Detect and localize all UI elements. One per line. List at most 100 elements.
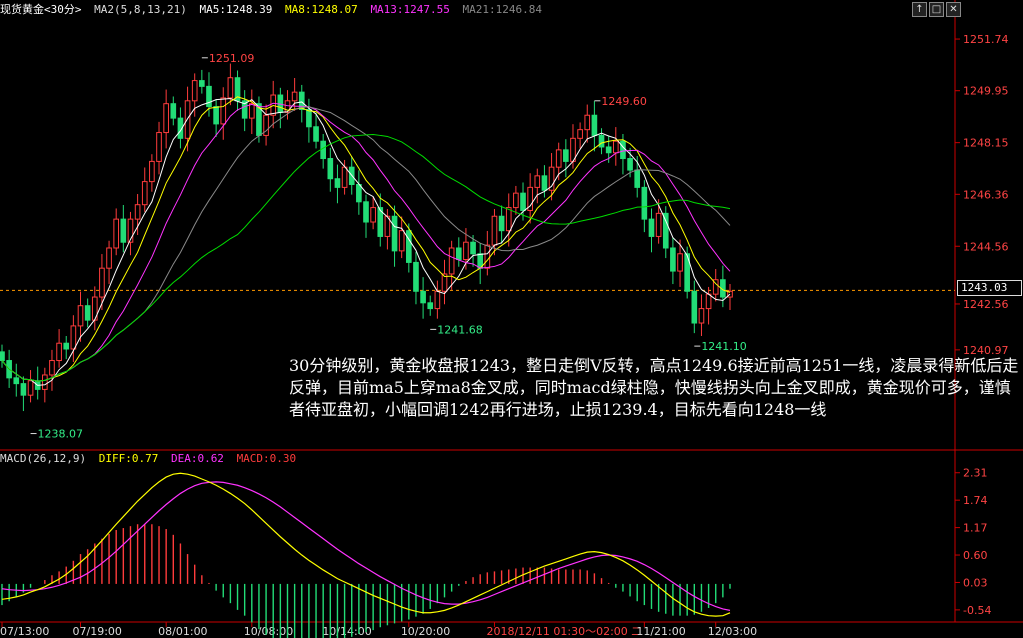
candle-body bbox=[156, 132, 162, 162]
ma13-value: MA13:1247.55 bbox=[370, 3, 450, 16]
candle-body bbox=[99, 267, 105, 298]
price-tick-label: 1242.56 bbox=[963, 298, 1009, 311]
chart-canvas: 1251.74 1249.95 1248.15 1246.36 1244.56 1242.… bbox=[0, 0, 1023, 638]
macd-tick-label: 2.31 bbox=[963, 467, 988, 480]
candle-body bbox=[620, 140, 626, 160]
restore-window-icon[interactable]: □ bbox=[929, 2, 944, 17]
candle-body bbox=[191, 80, 198, 102]
candle-body bbox=[484, 244, 491, 269]
time-tick-label: 10/20:00 bbox=[401, 625, 450, 638]
candle-body bbox=[13, 377, 20, 385]
candle-body bbox=[306, 108, 312, 128]
time-tick-label: 2018/12/11 01:30～02:00 二 bbox=[486, 625, 642, 638]
candle-body bbox=[391, 215, 398, 252]
time-tick-label: 07/13:00 bbox=[0, 625, 49, 638]
candle-body bbox=[170, 103, 177, 119]
candle-body bbox=[227, 77, 234, 99]
time-tick-label: 08/01:00 bbox=[158, 625, 207, 638]
candle-body bbox=[56, 342, 62, 362]
candle-body bbox=[648, 218, 655, 237]
candle-body bbox=[370, 207, 376, 223]
candle-body bbox=[463, 241, 469, 261]
candle-body bbox=[691, 290, 698, 324]
analysis-annotation: 30分钟级别，黄金收盘报1243，整日走倒V反转，高点1249.6接近前高125… bbox=[289, 356, 1019, 419]
candle-body bbox=[455, 247, 462, 261]
candle-body bbox=[491, 215, 498, 246]
candle-body bbox=[149, 160, 155, 183]
candle-body bbox=[598, 134, 605, 148]
candle-body bbox=[70, 325, 77, 350]
candle-body bbox=[291, 91, 298, 102]
diff-value: DIFF:0.77 bbox=[98, 452, 159, 465]
candle-body bbox=[498, 215, 505, 232]
ma8-value: MA8:1248.07 bbox=[284, 3, 358, 16]
candle-body bbox=[641, 186, 648, 220]
extreme-price-label: 1241.68 bbox=[437, 323, 483, 336]
candle-body bbox=[655, 212, 662, 237]
candle-body bbox=[584, 114, 591, 131]
extreme-price-label: 1249.60 bbox=[601, 95, 647, 108]
candle-body bbox=[534, 175, 541, 188]
candle-body bbox=[591, 114, 598, 136]
extreme-price-label: 1251.09 bbox=[209, 52, 255, 65]
indicator-label[interactable]: MA2(5,8,13,21) bbox=[94, 3, 187, 16]
candle-body bbox=[63, 342, 70, 350]
candle-body bbox=[27, 380, 34, 396]
candle-body bbox=[698, 308, 705, 324]
candle-body bbox=[320, 140, 326, 160]
candle-body bbox=[470, 241, 476, 255]
macd-tick-label: 1.74 bbox=[963, 494, 988, 507]
close-icon[interactable]: ✕ bbox=[946, 2, 961, 17]
candle-body bbox=[420, 290, 426, 304]
time-tick-label: 10/08:00 bbox=[244, 625, 293, 638]
candle-body bbox=[199, 80, 205, 87]
symbol-label[interactable]: 现货黄金<30分> bbox=[0, 3, 82, 16]
candle-body bbox=[163, 103, 169, 134]
macd-name[interactable]: MACD(26,12,9) bbox=[0, 452, 86, 465]
ma5-value: MA5:1248.39 bbox=[199, 3, 273, 16]
current-price-label: 1243.03 bbox=[957, 280, 1022, 296]
price-tick-label: 1246.36 bbox=[963, 188, 1009, 201]
candle-body bbox=[406, 230, 412, 263]
candle-body bbox=[634, 169, 641, 188]
candle-body bbox=[327, 158, 334, 180]
candle-body bbox=[612, 140, 619, 154]
time-tick-label: 07/19:00 bbox=[73, 625, 122, 638]
candle-body bbox=[505, 207, 512, 232]
candle-body bbox=[141, 181, 148, 206]
candle-body bbox=[84, 305, 91, 321]
dea-value: DEA:0.62 bbox=[170, 452, 224, 465]
macd-tick-label: 0.03 bbox=[963, 576, 988, 589]
price-tick-label: 1248.15 bbox=[963, 137, 1009, 150]
scroll-up-icon[interactable]: ↑ bbox=[912, 2, 927, 17]
extreme-price-label: 1241.10 bbox=[701, 340, 747, 353]
candle-body bbox=[0, 351, 5, 362]
candle-body bbox=[398, 230, 405, 252]
candle-body bbox=[705, 293, 712, 310]
candle-body bbox=[106, 247, 112, 269]
candle-body bbox=[220, 97, 227, 125]
candle-body bbox=[42, 374, 48, 390]
candle-body bbox=[427, 302, 434, 310]
candle-body bbox=[563, 149, 569, 162]
macd-header: MACD(26,12,9) DIFF:0.77 DEA:0.62 MACD:0.… bbox=[0, 450, 302, 468]
candle-body bbox=[448, 247, 455, 275]
macd-tick-label: -0.54 bbox=[963, 604, 991, 617]
candle-body bbox=[248, 103, 255, 119]
candle-body bbox=[120, 218, 127, 243]
macd-value: MACD:0.30 bbox=[236, 452, 297, 465]
candle-body bbox=[670, 247, 676, 272]
candle-body bbox=[662, 212, 669, 249]
candle-body bbox=[577, 129, 583, 139]
ma8-line bbox=[1, 96, 731, 382]
candle-body bbox=[434, 290, 441, 310]
candle-body bbox=[541, 175, 548, 191]
candle-body bbox=[520, 192, 526, 211]
candle-body bbox=[313, 126, 319, 142]
time-tick-label: 12/03:00 bbox=[708, 625, 757, 638]
macd-tick-label: 1.17 bbox=[963, 522, 988, 535]
time-tick-label: 11/21:00 bbox=[636, 625, 685, 638]
ma21-value: MA21:1246.84 bbox=[462, 3, 543, 16]
candle-body bbox=[113, 218, 120, 249]
candle-body bbox=[363, 201, 369, 223]
